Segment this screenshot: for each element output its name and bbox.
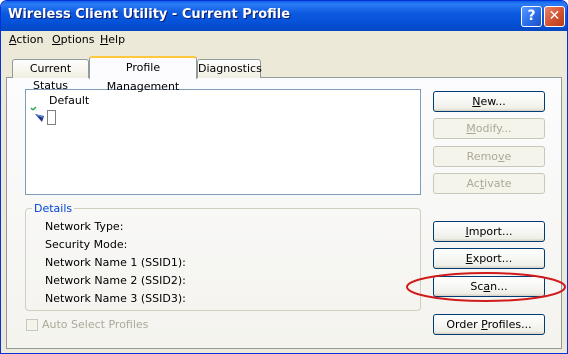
network-name-3-label: Network Name 3 (SSID3): — [45, 292, 186, 305]
menu-options[interactable]: Options — [52, 33, 94, 46]
export-button[interactable]: Export... — [433, 248, 545, 269]
network-type-label: Network Type: — [45, 220, 124, 233]
scan-button[interactable]: Scan... — [433, 276, 545, 297]
new-button[interactable]: New... — [433, 91, 545, 112]
order-profiles-button[interactable]: Order Profiles... — [433, 314, 545, 335]
network-name-2-label: Network Name 2 (SSID2): — [45, 274, 186, 287]
remove-button[interactable]: Remove — [433, 146, 545, 167]
title-bar[interactable]: Wireless Client Utility - Current Profil… — [1, 1, 567, 31]
network-name-1-label: Network Name 1 (SSID1): — [45, 256, 186, 269]
auto-select-profiles-checkbox[interactable] — [26, 319, 38, 331]
activate-button[interactable]: Activate — [433, 173, 545, 194]
modify-button[interactable]: Modify... — [433, 118, 545, 139]
tab-diagnostics[interactable]: Diagnostics — [197, 59, 262, 78]
auto-select-profiles-label: Auto Select Profiles — [42, 318, 149, 331]
import-button[interactable]: Import... — [433, 221, 545, 242]
security-mode-label: Security Mode: — [45, 238, 128, 251]
menu-help[interactable]: Help — [100, 33, 125, 46]
menu-action[interactable]: Action — [9, 33, 43, 46]
tab-current-status[interactable]: Current Status — [12, 59, 89, 92]
menu-bar: Action Options Help — [1, 31, 567, 49]
help-button[interactable]: ? — [521, 6, 542, 27]
network-profile-icon[interactable] — [30, 106, 58, 126]
details-legend: Details — [32, 202, 75, 215]
window-title: Wireless Client Utility - Current Profil… — [8, 7, 291, 22]
tab-profile-management[interactable]: Profile Management — [89, 56, 197, 93]
close-button[interactable]: ✕ — [544, 6, 565, 27]
